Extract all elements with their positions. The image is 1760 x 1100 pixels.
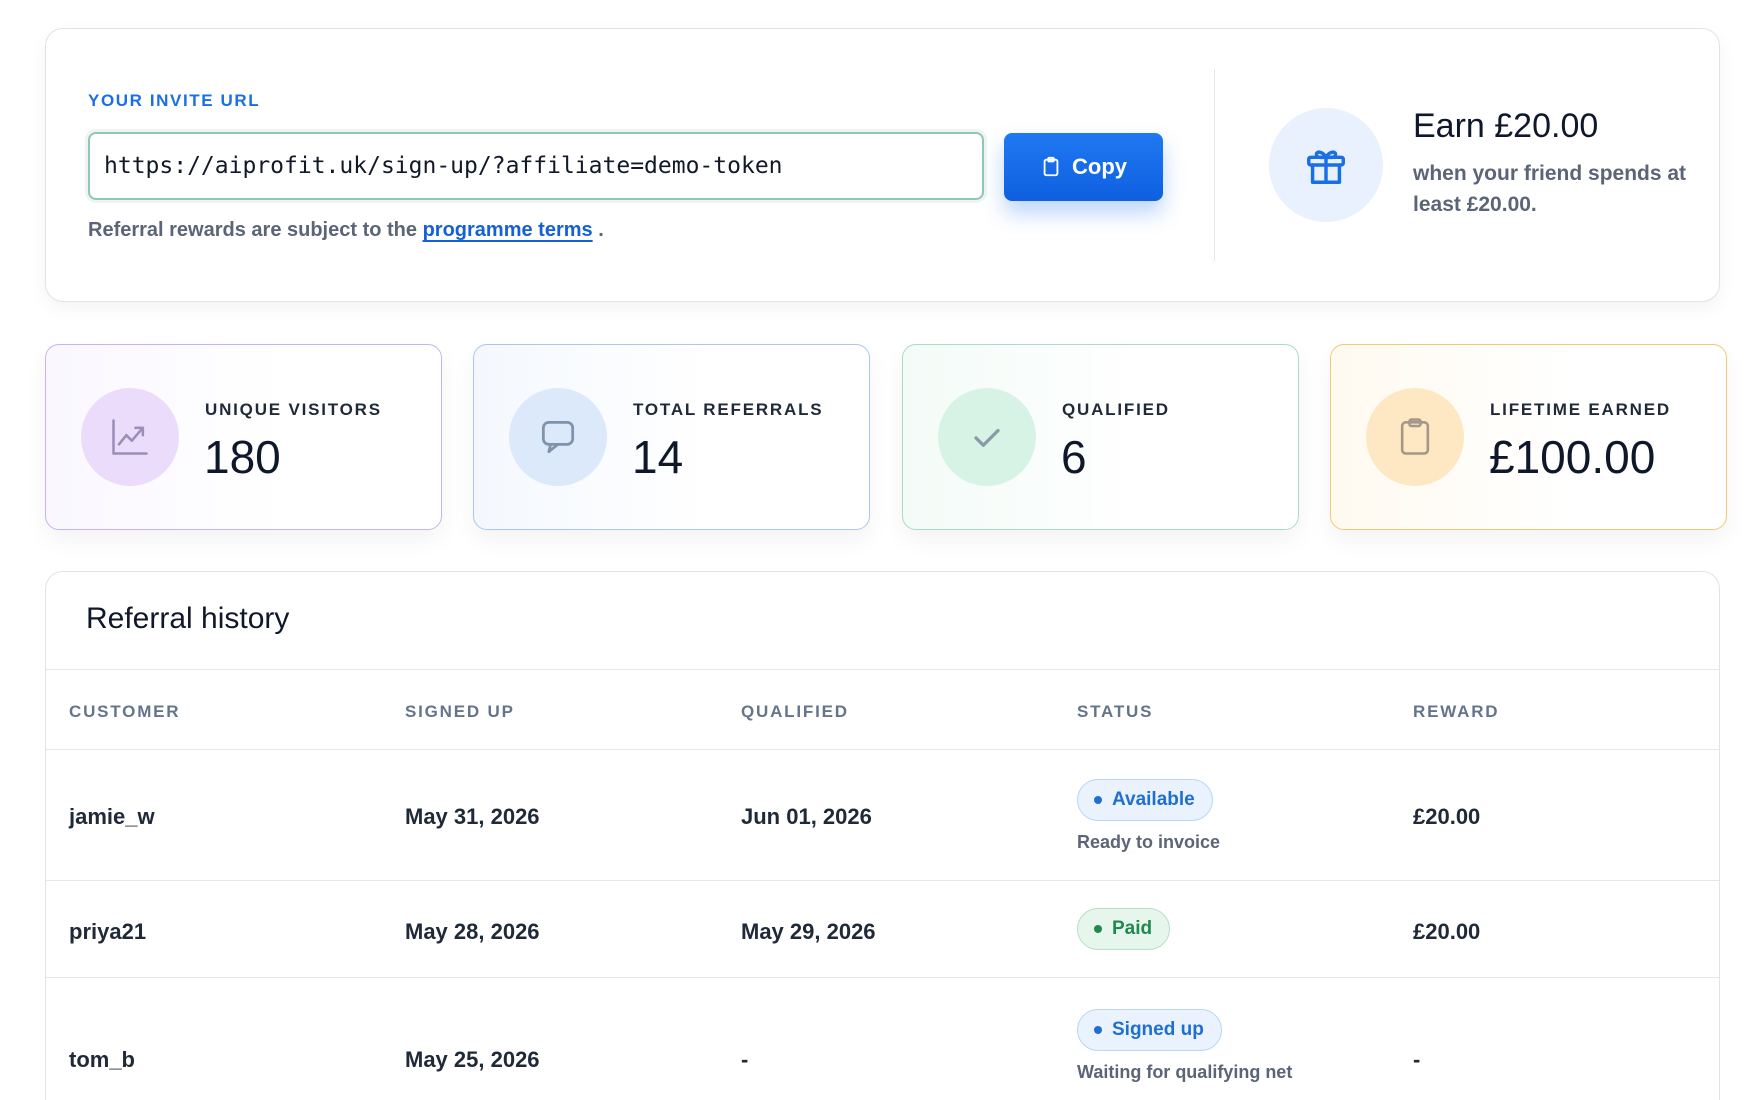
header-divider xyxy=(46,669,1719,670)
status-label: Available xyxy=(1112,789,1195,810)
clipboard-icon xyxy=(1043,156,1059,177)
reward-subtitle: when your friend spends at least £20.00. xyxy=(1413,162,1687,216)
copy-button-label: Copy xyxy=(1072,154,1127,179)
stat-icon-badge xyxy=(81,388,179,486)
cell-reward: £20.00 xyxy=(1413,804,1481,829)
cell-qualified: May 29, 2026 xyxy=(741,919,876,944)
programme-terms-link[interactable]: programme terms xyxy=(423,219,593,241)
terms-notice: Referral rewards are subject to the prog… xyxy=(88,219,604,242)
stat-label: UNIQUE VISITORS xyxy=(205,400,382,419)
stat-card-total-referrals: TOTAL REFERRALS 14 xyxy=(473,344,870,530)
status-note: Waiting for qualifying net xyxy=(1077,1062,1293,1082)
cell-qualified: Jun 01, 2026 xyxy=(741,804,872,829)
clipboard-icon xyxy=(1400,418,1430,455)
cell-reward: £20.00 xyxy=(1413,919,1481,944)
stat-icon-badge xyxy=(938,388,1036,486)
stat-icon-badge xyxy=(509,388,607,486)
row-divider xyxy=(46,977,1719,978)
cell-reward: - xyxy=(1413,1047,1421,1072)
cell-customer: tom_b xyxy=(69,1047,135,1072)
cell-customer: jamie_w xyxy=(69,804,155,829)
invite-url-input[interactable] xyxy=(88,132,984,200)
check-icon xyxy=(974,428,1000,447)
cell-qualified: - xyxy=(741,1047,749,1072)
copy-button[interactable]: Copy xyxy=(1004,133,1163,201)
cell-customer: priya21 xyxy=(69,919,147,944)
stat-card-qualified: QUALIFIED 6 xyxy=(902,344,1299,530)
column-header-signed-up: SIGNED UP xyxy=(405,702,515,721)
invite-card: YOUR INVITE URL Copy Referral rewards ar… xyxy=(45,28,1720,302)
column-header-reward: REWARD xyxy=(1413,702,1500,721)
cell-signed-up: May 28, 2026 xyxy=(405,919,540,944)
status-note: Ready to invoice xyxy=(1077,832,1221,852)
referral-dashboard: YOUR INVITE URL Copy Referral rewards ar… xyxy=(0,0,1760,1100)
trend-chart-icon xyxy=(112,419,148,455)
column-header-qualified: QUALIFIED xyxy=(741,702,849,721)
chat-bubble-icon xyxy=(541,420,575,454)
status-dot xyxy=(1094,925,1102,933)
stat-value: 180 xyxy=(204,431,281,483)
status-dot xyxy=(1094,1026,1102,1034)
stat-value: 14 xyxy=(632,431,684,483)
cell-signed-up: May 25, 2026 xyxy=(405,1047,540,1072)
cell-signed-up: May 31, 2026 xyxy=(405,804,540,829)
stat-value: 6 xyxy=(1061,431,1087,483)
column-header-customer: CUSTOMER xyxy=(69,702,181,721)
terms-prefix: Referral rewards are subject to the xyxy=(88,219,418,241)
vertical-divider xyxy=(1214,69,1215,261)
status-label: Signed up xyxy=(1112,1019,1204,1040)
gift-icon-badge xyxy=(1269,108,1383,222)
status-dot xyxy=(1094,796,1102,804)
stat-icon-badge xyxy=(1366,388,1464,486)
row-divider xyxy=(46,880,1719,881)
status-badge: Signed up xyxy=(1077,1009,1222,1051)
gift-icon xyxy=(1307,150,1345,184)
column-header-status: STATUS xyxy=(1077,702,1154,721)
stat-value: £100.00 xyxy=(1489,431,1656,483)
status-label: Paid xyxy=(1112,918,1153,939)
row-divider xyxy=(46,749,1719,750)
referral-history-card: Referral history CUSTOMER SIGNED UP QUAL… xyxy=(45,571,1720,1100)
stat-card-lifetime-earned: LIFETIME EARNED £100.00 xyxy=(1330,344,1727,530)
stat-label: QUALIFIED xyxy=(1062,400,1170,419)
stat-card-unique-visitors: UNIQUE VISITORS 180 xyxy=(45,344,442,530)
status-badge: Available xyxy=(1077,779,1213,821)
stat-label: TOTAL REFERRALS xyxy=(633,400,824,419)
status-badge: Paid xyxy=(1077,908,1171,950)
terms-suffix: . xyxy=(598,219,604,241)
reward-title: Earn £20.00 xyxy=(1413,107,1599,145)
history-title: Referral history xyxy=(86,602,290,635)
stat-label: LIFETIME EARNED xyxy=(1490,400,1671,419)
invite-url-label: YOUR INVITE URL xyxy=(88,91,261,110)
